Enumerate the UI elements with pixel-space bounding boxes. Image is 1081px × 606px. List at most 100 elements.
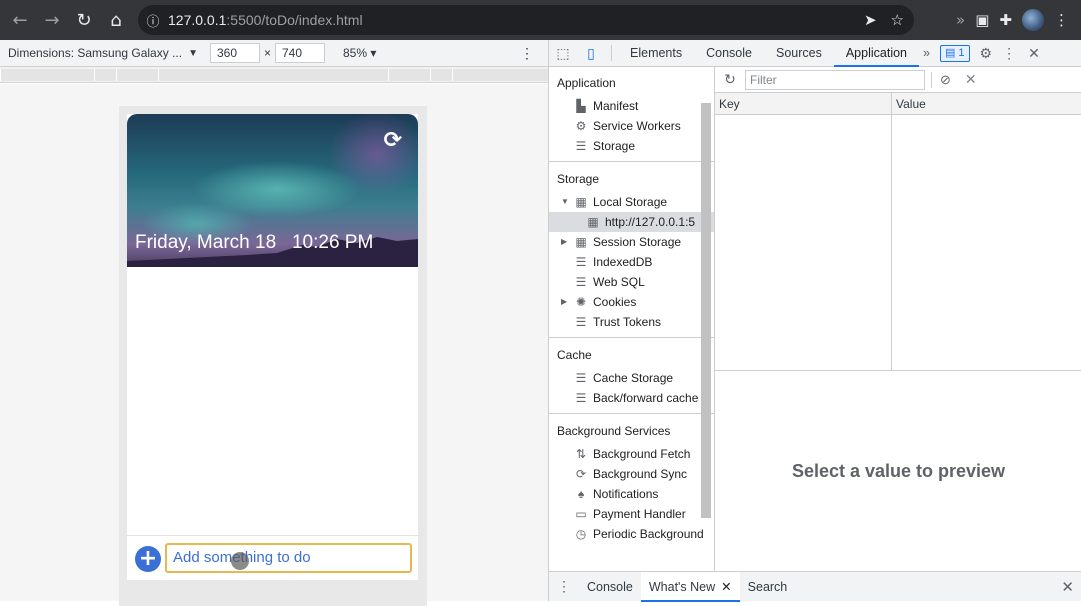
device-width-input[interactable]: 360 [209,43,260,63]
address-bar[interactable]: ⓘ 127.0.0.1:5500/toDo/index.html ➤ ☆ [138,5,914,35]
close-icon[interactable]: ✕ [1028,45,1040,62]
column-value[interactable]: Value [896,97,926,111]
ruler-segment[interactable] [452,69,548,81]
ruler-segment[interactable] [94,69,116,81]
devtools-panel: ⬚ ▯ Elements Console Sources Application… [548,40,1081,602]
ruler-segment[interactable] [158,69,388,81]
refresh-icon[interactable]: ⟳ [384,128,402,153]
delete-selected-icon[interactable]: ✕ [965,71,977,88]
storage-view: ↻ Filter ⊘ ✕ Key Value Select a value to… [715,67,1081,571]
sidebar-item-local-origin[interactable]: ▦ http://127.0.0.1:5 [549,212,714,232]
header-image: ⟳ Friday, March 18 10:26 PM [127,114,418,267]
section-application: Application [557,76,616,90]
close-drawer-icon[interactable]: ✕ [1061,578,1074,596]
application-sidebar: Application ▙ Manifest ⚙ Service Workers ☰… [549,67,715,571]
ruler-segment[interactable] [388,69,430,81]
grid-icon: ▦ [587,215,599,229]
more-tabs-icon[interactable]: » [923,46,930,60]
gear-icon: ⚙ [575,119,587,133]
storage-toolbar: ↻ Filter ⊘ ✕ [715,67,1081,93]
cookie-icon: ✺ [575,295,587,309]
extensions-puzzle-icon[interactable]: ✚ [999,11,1012,29]
section-background-services: Background Services [557,424,671,438]
date-text: Friday, March 18 [135,232,277,253]
database-icon: ☰ [575,139,587,153]
chrome-menu-icon[interactable]: ⋮ [1054,11,1069,29]
todo-input[interactable]: Add something to do [165,543,412,573]
site-info-icon[interactable]: ⓘ [138,11,168,30]
sidebar-item-background-sync[interactable]: ⟳ Background Sync [549,464,714,484]
preview-placeholder: Select a value to preview [791,460,1006,481]
drawer-tab-search[interactable]: Search [740,572,796,602]
clear-all-icon[interactable]: ⊘ [940,72,951,88]
collapsed-triangle-icon[interactable]: ▶ [561,292,567,312]
sidebar-item-local-storage[interactable]: ▼ ▦ Local Storage [549,192,714,212]
divider [549,161,714,162]
cast-icon[interactable]: ▣ [975,11,989,29]
sidebar-item-manifest[interactable]: ▙ Manifest [549,96,714,116]
devtools-drawer: ⋮ Console What's New ✕ Search ✕ [549,571,1081,602]
forward-icon[interactable]: → [36,4,68,36]
close-icon[interactable]: ✕ [721,580,731,594]
phone-frame: ⟳ Friday, March 18 10:26 PM + Add someth… [119,106,427,606]
back-icon[interactable]: ← [4,4,36,36]
home-icon[interactable]: ⌂ [100,4,132,36]
sidebar-item-notifications[interactable]: ♠ Notifications [549,484,714,504]
tab-application[interactable]: Application [833,40,919,67]
divider [611,45,612,61]
tab-elements[interactable]: Elements [618,40,694,67]
extension-icon[interactable]: » [956,11,965,29]
sidebar-item-web-sql[interactable]: ☰ Web SQL [549,272,714,292]
device-toggle-icon[interactable]: ▯ [577,45,605,62]
ruler-segment[interactable] [430,69,452,81]
caret-down-icon[interactable]: ▼ [188,48,198,59]
reload-icon[interactable]: ↻ [68,4,100,36]
device-height-input[interactable]: 740 [275,43,325,63]
devtools-menu-icon[interactable]: ⋮ [1002,45,1016,62]
date-time: Friday, March 18 10:26 PM [135,232,373,254]
card-icon: ▭ [575,507,587,521]
column-key[interactable]: Key [719,97,740,111]
sidebar-item-cache-storage[interactable]: ☰ Cache Storage [549,368,714,388]
expanded-triangle-icon[interactable]: ▼ [561,192,569,212]
refresh-icon[interactable]: ↻ [715,71,745,88]
sidebar-item-storage[interactable]: ☰ Storage [549,136,714,156]
sidebar-item-periodic-sync[interactable]: ◷ Periodic Background [549,524,714,544]
sidebar-item-cookies[interactable]: ▶ ✺ Cookies [549,292,714,312]
zoom-select[interactable]: 85% ▾ [343,46,376,60]
divider [549,337,714,338]
ruler-segment[interactable] [116,69,158,81]
send-tab-icon[interactable]: ➤ [864,11,877,29]
sidebar-item-payment-handler[interactable]: ▭ Payment Handler [549,504,714,524]
add-icon[interactable]: + [135,546,161,572]
tab-console[interactable]: Console [694,40,764,67]
device-viewport: ⟳ Friday, March 18 10:26 PM + Add someth… [0,84,548,606]
drawer-tab-console[interactable]: Console [579,572,641,602]
sidebar-item-session-storage[interactable]: ▶ ▦ Session Storage [549,232,714,252]
ruler-segment[interactable] [0,69,94,81]
tab-sources[interactable]: Sources [764,40,834,67]
sidebar-item-background-fetch[interactable]: ⇅ Background Fetch [549,444,714,464]
filter-input[interactable]: Filter [745,69,925,90]
bookmark-star-icon[interactable]: ☆ [891,11,904,29]
device-menu-icon[interactable]: ⋮ [520,45,534,62]
device-dimensions-select[interactable]: Dimensions: Samsung Galaxy ... [8,46,182,60]
gear-icon[interactable]: ⚙ [980,45,993,62]
sidebar-item-bfcache[interactable]: ☰ Back/forward cache [549,388,714,408]
sidebar-item-trust-tokens[interactable]: ☰ Trust Tokens [549,312,714,332]
file-icon: ▙ [576,99,586,113]
profile-avatar[interactable] [1022,9,1044,31]
database-icon: ☰ [575,255,587,269]
sidebar-item-indexeddb[interactable]: ☰ IndexedDB [549,252,714,272]
drawer-tab-whats-new[interactable]: What's New ✕ [640,571,740,602]
sidebar-scrollbar[interactable] [701,103,711,518]
collapsed-triangle-icon[interactable]: ▶ [561,232,567,252]
drawer-menu-icon[interactable]: ⋮ [549,578,579,595]
section-cache: Cache [557,348,592,362]
times-sign: × [263,46,271,60]
device-toolbar: Dimensions: Samsung Galaxy ... ▼ 360 × 7… [0,40,548,67]
sidebar-item-service-workers[interactable]: ⚙ Service Workers [549,116,714,136]
database-icon: ☰ [575,315,587,329]
inspect-element-icon[interactable]: ⬚ [549,45,577,62]
issues-badge[interactable]: ▤ 1 [939,44,970,62]
